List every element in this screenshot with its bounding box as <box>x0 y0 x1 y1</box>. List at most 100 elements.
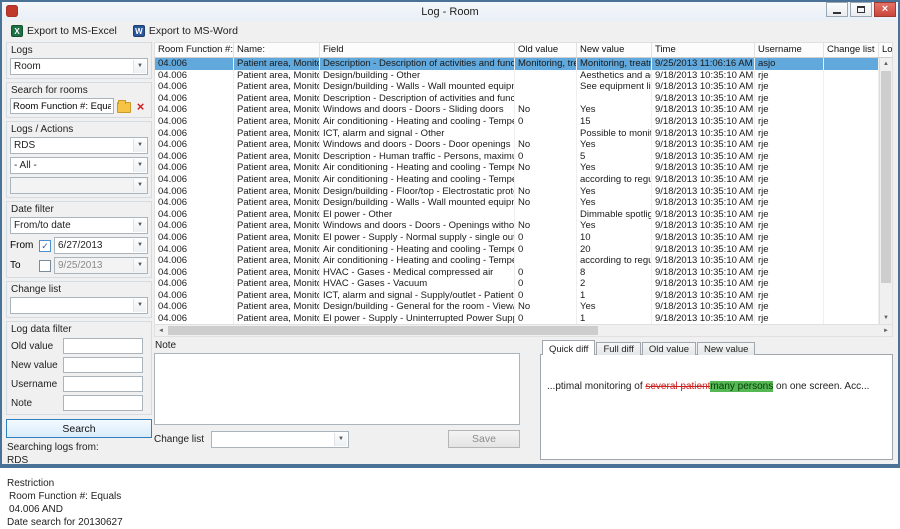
from-checkbox[interactable]: ✓ <box>39 240 51 252</box>
table-cell[interactable]: 9/18/2013 10:35:10 AM <box>652 290 755 302</box>
table-cell[interactable]: rje <box>755 244 824 256</box>
from-date-picker[interactable]: 6/27/2013 ▼ <box>54 237 148 254</box>
table-cell[interactable]: Windows and doors - Doors - Sliding door… <box>320 104 515 116</box>
log-source-select[interactable]: RDS ▼ <box>10 137 148 154</box>
table-cell[interactable]: Design/building - Other <box>320 70 515 82</box>
table-cell[interactable]: rje <box>755 81 824 93</box>
table-cell[interactable]: 9/18/2013 10:35:10 AM <box>652 128 755 140</box>
table-cell[interactable]: Aesthetics and ac... <box>577 70 652 82</box>
new-value-filter-input[interactable] <box>63 357 143 373</box>
table-cell[interactable]: Windows and doors - Doors - Door opening… <box>320 139 515 151</box>
table-cell[interactable]: 04.006 <box>155 197 234 209</box>
table-cell[interactable]: Patient area, Monitoring <box>234 301 320 313</box>
table-cell[interactable] <box>824 70 879 82</box>
table-cell[interactable]: 04.006 <box>155 232 234 244</box>
table-cell[interactable]: 9/18/2013 10:35:10 AM <box>652 232 755 244</box>
table-cell[interactable]: Air conditioning - Heating and cooling -… <box>320 244 515 256</box>
table-cell[interactable]: No <box>515 162 577 174</box>
table-cell[interactable]: 0 <box>515 151 577 163</box>
table-cell[interactable] <box>824 81 879 93</box>
table-cell[interactable]: Patient area, Monitoring <box>234 151 320 163</box>
table-cell[interactable]: Description - Description of activities … <box>320 93 515 105</box>
table-cell[interactable]: Description - Human traffic - Persons, m… <box>320 151 515 163</box>
table-cell[interactable]: 9/18/2013 10:35:10 AM <box>652 70 755 82</box>
table-cell[interactable]: HVAC - Gases - Vacuum <box>320 278 515 290</box>
table-row[interactable]: 04.006Patient area, MonitoringICT, alarm… <box>155 290 892 302</box>
vertical-scroll-thumb[interactable] <box>881 71 891 283</box>
table-row[interactable]: 04.006Patient area, MonitoringDesign/bui… <box>155 81 892 93</box>
table-cell[interactable]: Design/building - Floor/top - Electrosta… <box>320 186 515 198</box>
table-cell[interactable]: 04.006 <box>155 58 234 70</box>
table-cell[interactable]: 04.006 <box>155 278 234 290</box>
table-cell[interactable]: Air conditioning - Heating and cooling -… <box>320 162 515 174</box>
table-cell[interactable]: Patient area, Monitoring <box>234 128 320 140</box>
table-cell[interactable] <box>824 186 879 198</box>
table-cell[interactable]: rje <box>755 128 824 140</box>
table-cell[interactable]: El power - Supply - Uninterrupted Power … <box>320 313 515 324</box>
table-cell[interactable]: Possible to monito... <box>577 128 652 140</box>
table-cell[interactable] <box>824 116 879 128</box>
table-cell[interactable]: 9/18/2013 10:35:10 AM <box>652 255 755 267</box>
table-cell[interactable]: Patient area, Monitoring <box>234 209 320 221</box>
table-cell[interactable]: Design/building - Walls - Wall mounted e… <box>320 197 515 209</box>
column-header[interactable]: Time <box>652 43 755 57</box>
table-cell[interactable] <box>577 93 652 105</box>
table-cell[interactable]: Monitoring, treatm... <box>577 58 652 70</box>
table-cell[interactable]: ICT, alarm and signal - Supply/outlet - … <box>320 290 515 302</box>
table-cell[interactable] <box>824 301 879 313</box>
table-cell[interactable]: rje <box>755 151 824 163</box>
table-cell[interactable]: 9/18/2013 10:35:10 AM <box>652 93 755 105</box>
scroll-right-icon[interactable]: ► <box>880 325 892 336</box>
table-row[interactable]: 04.006Patient area, MonitoringWindows an… <box>155 220 892 232</box>
table-cell[interactable] <box>824 255 879 267</box>
table-cell[interactable]: rje <box>755 186 824 198</box>
search-button[interactable]: Search <box>6 419 152 438</box>
column-header[interactable]: Change list <box>824 43 879 57</box>
table-cell[interactable]: Patient area, Monitoring <box>234 174 320 186</box>
table-cell[interactable]: Patient area, Monitoring <box>234 186 320 198</box>
table-cell[interactable] <box>824 278 879 290</box>
table-cell[interactable]: 9/18/2013 10:35:10 AM <box>652 116 755 128</box>
table-cell[interactable]: 04.006 <box>155 244 234 256</box>
table-cell[interactable]: 0 <box>515 116 577 128</box>
table-row[interactable]: 04.006Patient area, MonitoringEl power -… <box>155 313 892 324</box>
table-cell[interactable] <box>515 70 577 82</box>
maximize-button[interactable] <box>850 2 872 17</box>
horizontal-scrollbar[interactable]: ◄ ► <box>154 325 893 337</box>
table-row[interactable]: 04.006Patient area, MonitoringWindows an… <box>155 139 892 151</box>
table-row[interactable]: 04.006Patient area, MonitoringICT, alarm… <box>155 128 892 140</box>
tab-full-diff[interactable]: Full diff <box>596 342 640 355</box>
table-row[interactable]: 04.006Patient area, MonitoringDescriptio… <box>155 151 892 163</box>
table-cell[interactable]: Yes <box>577 104 652 116</box>
change-list-select[interactable]: ▼ <box>10 297 148 314</box>
table-cell[interactable]: 9/18/2013 10:35:10 AM <box>652 267 755 279</box>
column-header[interactable]: Field <box>320 43 515 57</box>
table-cell[interactable]: Yes <box>577 220 652 232</box>
table-cell[interactable]: Patient area, Monitoring <box>234 162 320 174</box>
table-cell[interactable]: Patient area, Monitoring <box>234 255 320 267</box>
note-filter-input[interactable] <box>63 395 143 411</box>
table-cell[interactable]: 15 <box>577 116 652 128</box>
table-cell[interactable] <box>824 128 879 140</box>
scroll-down-icon[interactable]: ▼ <box>880 312 892 324</box>
to-date-picker[interactable]: 9/25/2013 ▼ <box>54 257 148 274</box>
column-header[interactable]: Room Function #: <box>155 43 234 57</box>
table-row[interactable]: 04.006Patient area, MonitoringDesign/bui… <box>155 186 892 198</box>
table-cell[interactable]: 9/18/2013 10:35:10 AM <box>652 278 755 290</box>
note-textarea[interactable] <box>154 353 520 425</box>
table-cell[interactable]: Patient area, Monitoring <box>234 116 320 128</box>
username-filter-input[interactable] <box>63 376 143 392</box>
table-cell[interactable] <box>515 174 577 186</box>
table-cell[interactable] <box>515 128 577 140</box>
table-row[interactable]: 04.006Patient area, MonitoringAir condit… <box>155 174 892 186</box>
table-cell[interactable]: Patient area, Monitoring <box>234 267 320 279</box>
column-header[interactable]: Log <box>879 43 893 57</box>
table-cell[interactable]: 9/18/2013 10:35:10 AM <box>652 313 755 324</box>
table-cell[interactable]: Yes <box>577 139 652 151</box>
table-cell[interactable]: 10 <box>577 232 652 244</box>
column-header[interactable]: Name: <box>234 43 320 57</box>
table-cell[interactable]: El power - Other <box>320 209 515 221</box>
table-cell[interactable] <box>515 81 577 93</box>
table-cell[interactable]: 04.006 <box>155 174 234 186</box>
vertical-scrollbar[interactable]: ▲ ▼ <box>879 58 892 324</box>
